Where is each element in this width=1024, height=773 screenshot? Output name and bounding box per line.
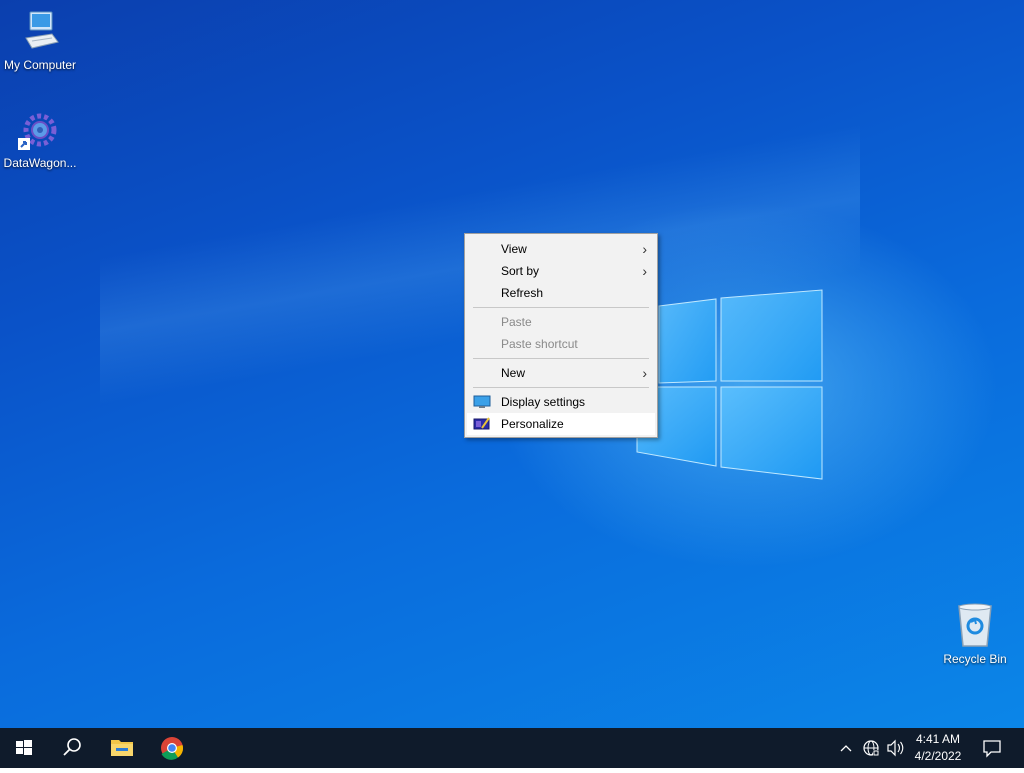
desktop-icon-recycle-bin[interactable]: Recycle Bin [935,602,1015,667]
chevron-right-icon: › [642,263,647,279]
menu-separator [473,358,649,359]
file-explorer-icon [111,740,133,756]
menu-item-display-settings[interactable]: Display settings [467,391,655,413]
menu-separator [473,307,649,308]
clock-date: 4/2/2022 [914,749,962,763]
menu-item-label: New [501,366,526,380]
menu-item-label: Personalize [501,417,564,431]
show-hidden-icons-button[interactable] [836,728,856,768]
start-button[interactable] [0,728,48,768]
file-explorer-button[interactable] [98,728,146,768]
menu-item-new[interactable]: New › [467,362,655,384]
chrome-icon [161,737,184,760]
windows-start-icon [16,740,32,755]
desktop-icon-label: My Computer [3,58,77,72]
menu-item-sort-by[interactable]: Sort by › [467,260,655,282]
volume-button[interactable] [884,728,906,768]
network-icon [863,740,879,756]
desktop-icon-label: DataWagon... [3,156,77,170]
menu-item-paste: Paste [467,311,655,333]
desktop-icon-label: Recycle Bin [943,652,1007,666]
chevron-right-icon: › [642,365,647,381]
action-center-button[interactable] [978,728,1006,768]
menu-separator [473,387,649,388]
personalize-icon [473,417,490,430]
menu-item-label: Sort by [501,264,540,278]
search-icon [63,738,81,756]
menu-item-view[interactable]: View › [467,238,655,260]
menu-item-paste-shortcut: Paste shortcut [467,333,655,355]
datawagon-gear-icon [16,106,64,154]
desktop-context-menu: View › Sort by › Refresh Paste Paste sho… [464,233,658,438]
search-button[interactable] [48,728,96,768]
desktop[interactable]: My Computer DataWagon... Recycle Bin Vie… [0,0,1024,728]
clock[interactable]: 4:41 AM 4/2/2022 [905,731,971,765]
desktop-icon-datawagon[interactable]: DataWagon... [0,106,80,171]
volume-icon [887,739,904,757]
chevron-right-icon: › [642,241,647,257]
computer-icon [16,8,64,56]
notification-icon [983,740,1001,758]
recycle-bin-icon [951,602,999,650]
chrome-button[interactable] [148,728,196,768]
menu-item-label: Paste [501,315,532,329]
menu-item-refresh[interactable]: Refresh [467,282,655,304]
menu-item-label: View [501,242,527,256]
clock-time: 4:41 AM [915,732,961,746]
menu-item-label: Refresh [501,286,544,300]
menu-item-label: Paste shortcut [501,337,578,351]
network-button[interactable] [860,728,882,768]
chevron-up-icon [840,745,852,752]
display-icon [473,395,491,408]
menu-item-label: Display settings [501,395,586,409]
menu-item-personalize[interactable]: Personalize [467,413,655,435]
desktop-icon-my-computer[interactable]: My Computer [0,8,80,73]
taskbar: 4:41 AM 4/2/2022 [0,728,1024,768]
